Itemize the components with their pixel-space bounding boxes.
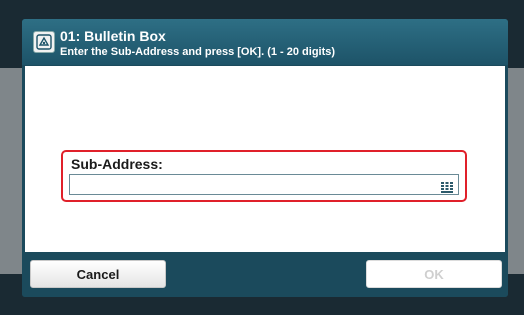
dialog-instruction: Enter the Sub-Address and press [OK]. (1… bbox=[60, 46, 336, 58]
cancel-button[interactable]: Cancel bbox=[30, 260, 166, 288]
bulletin-box-dialog: 01: Bulletin Box Enter the Sub-Address a… bbox=[22, 19, 508, 297]
sub-address-label: Sub-Address: bbox=[71, 156, 163, 172]
side-strip-right bbox=[508, 68, 524, 274]
dialog-title: 01: Bulletin Box bbox=[60, 28, 166, 44]
bulletin-box-icon bbox=[33, 31, 55, 53]
screen: 01: Bulletin Box Enter the Sub-Address a… bbox=[0, 0, 524, 315]
dialog-header: 01: Bulletin Box Enter the Sub-Address a… bbox=[22, 19, 508, 65]
side-strip-left bbox=[0, 68, 22, 274]
sub-address-input[interactable] bbox=[69, 174, 459, 195]
ok-button[interactable]: OK bbox=[366, 260, 502, 288]
keypad-icon[interactable] bbox=[441, 180, 453, 193]
dialog-body: Sub-Address: bbox=[25, 66, 505, 252]
dialog-footer: Cancel OK bbox=[22, 255, 508, 297]
sub-address-field-group: Sub-Address: bbox=[61, 150, 467, 202]
